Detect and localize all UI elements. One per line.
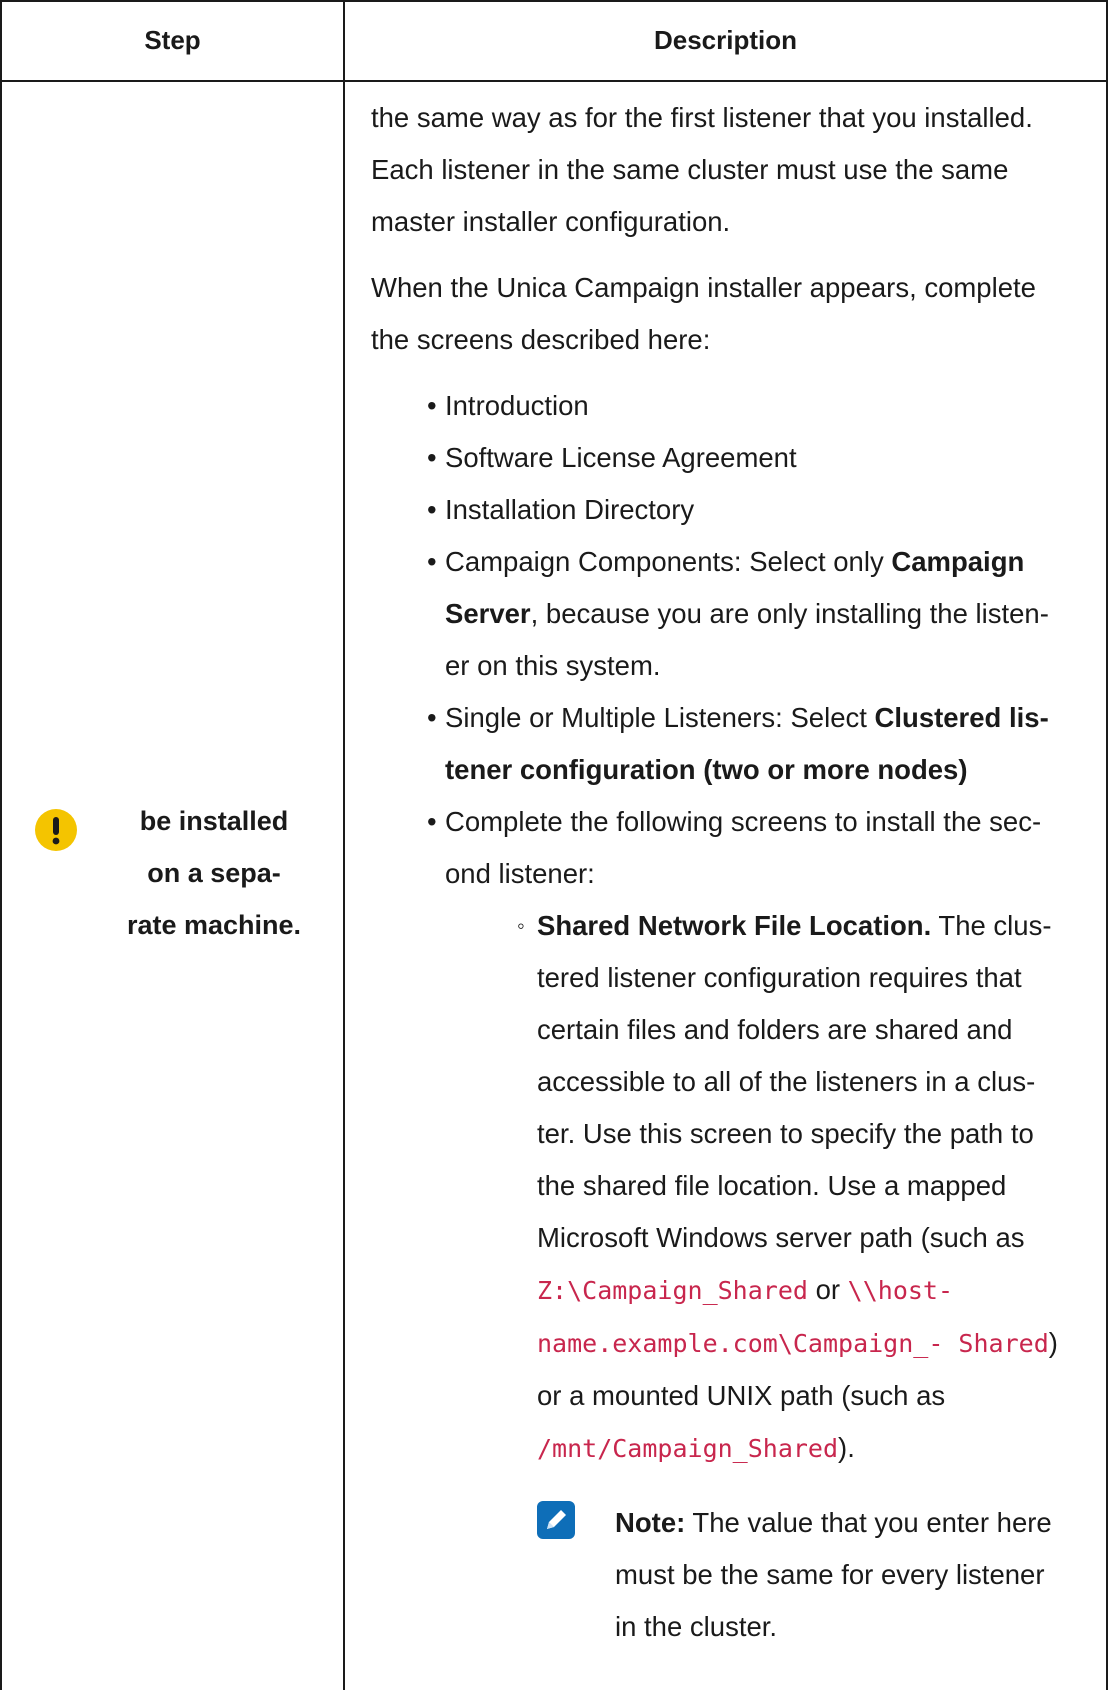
list-item-text: Installation Directory (445, 494, 695, 525)
screen-list: Introduction Software License Agreement … (371, 380, 1071, 1653)
list-item: Installation Directory (427, 484, 1071, 536)
header-description: Description (653, 24, 798, 55)
description-paragraph: When the Unica Campaign installer appear… (371, 272, 1036, 355)
sub-item-title: Shared Network File Location. (537, 910, 932, 941)
list-item: Software License Agreement (427, 432, 1071, 484)
step-text-line: be installed (139, 806, 289, 836)
step-text: be installed on a sepa- rate machine. (104, 795, 324, 951)
sub-list: Shared Network File Location. The clus- … (445, 900, 1071, 1653)
list-item: Campaign Components: Select only Campaig… (427, 536, 1071, 692)
sub-list-item: Shared Network File Location. The clus- … (517, 900, 1071, 1653)
step-text-line: on a sepa- (147, 858, 281, 888)
step-text-line: rate machine. (126, 910, 302, 940)
list-item-text: Software License Agreement (445, 442, 797, 473)
table-border-mid (343, 0, 345, 1690)
steps-table: Step Description be installed on a sepa-… (0, 0, 1108, 1690)
code-path: /mnt/Campaign_Shared (537, 1434, 839, 1463)
note-callout: Note: The value that you enter here must… (537, 1497, 1071, 1653)
list-item: Complete the following screens to instal… (427, 796, 1071, 1653)
code-path: Z:\Campaign_Shared (537, 1276, 808, 1305)
warning-icon (35, 809, 77, 851)
header-step: Step (144, 24, 201, 55)
description-paragraph: the same way as for the first listener t… (371, 102, 1033, 237)
pencil-icon (537, 1501, 575, 1539)
list-item-text: Introduction (445, 390, 589, 421)
list-item-text: Single or Multiple Listeners: Select (445, 702, 875, 733)
list-item: Introduction (427, 380, 1071, 432)
sub-item-text: ). (838, 1432, 855, 1463)
list-item-text: , because you are only installing the li… (445, 598, 1049, 681)
note-label: Note: (615, 1507, 686, 1538)
description-cell: the same way as for the first listener t… (371, 92, 1071, 1653)
list-item-text: Complete the following screens to instal… (445, 806, 1042, 889)
list-item-text: Campaign Components: Select only (445, 546, 892, 577)
sub-item-text: The clus- tered listener configuration r… (537, 910, 1052, 1253)
list-item: Single or Multiple Listeners: Select Clu… (427, 692, 1071, 796)
sub-item-text: or (807, 1274, 848, 1305)
